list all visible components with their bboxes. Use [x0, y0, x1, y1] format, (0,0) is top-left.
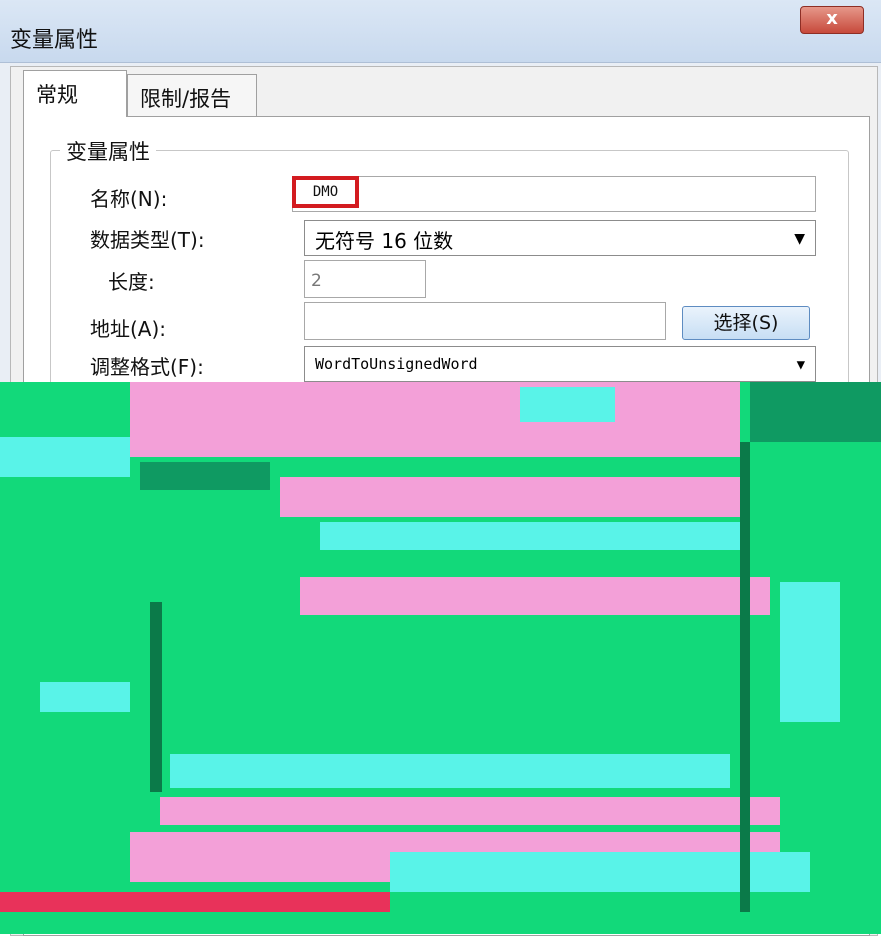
- dialog-title: 变量属性: [10, 28, 99, 53]
- tab-general-label: 常规: [36, 83, 78, 107]
- length-label: 长度:: [108, 270, 155, 294]
- format-value: WordToUnsignedWord: [315, 355, 478, 373]
- select-button[interactable]: 选择(S): [682, 306, 810, 340]
- tab-limits-reports[interactable]: 限制/报告: [127, 74, 257, 117]
- chevron-down-icon: ▼: [796, 357, 805, 373]
- group-title: 变量属性: [60, 136, 156, 166]
- data-type-label: 数据类型(T):: [90, 228, 205, 252]
- address-field[interactable]: [304, 302, 666, 340]
- format-label: 调整格式(F):: [90, 355, 204, 379]
- name-label: 名称(N):: [90, 187, 168, 211]
- data-type-select[interactable]: 无符号 16 位数 ▼: [304, 220, 816, 256]
- close-button[interactable]: x: [800, 6, 864, 34]
- format-select[interactable]: WordToUnsignedWord ▼: [304, 346, 816, 382]
- tab-limits-reports-label: 限制/报告: [140, 87, 232, 111]
- length-field[interactable]: 2: [304, 260, 426, 298]
- name-value-highlight: DMO: [292, 176, 359, 208]
- address-label: 地址(A):: [90, 317, 167, 341]
- tab-general[interactable]: 常规: [23, 70, 127, 117]
- title-bar: 变量属性 x: [0, 0, 881, 63]
- variable-properties-dialog: 变量属性 x 常规 限制/报告 变量属性 名称(N): DMO 数据类型(T):…: [0, 0, 881, 936]
- corrupted-region: [0, 382, 881, 934]
- chevron-down-icon: ▼: [794, 231, 805, 247]
- data-type-value: 无符号 16 位数: [315, 229, 454, 253]
- name-field[interactable]: [292, 176, 816, 212]
